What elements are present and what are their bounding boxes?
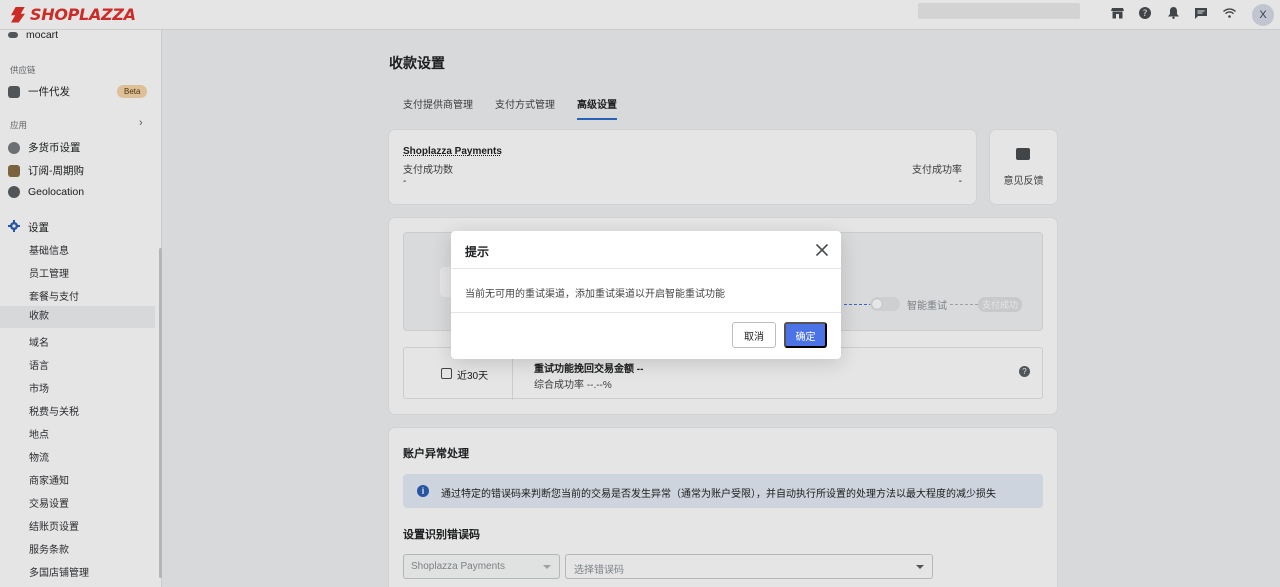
tip-dialog: 提示 当前无可用的重试渠道，添加重试渠道以开启智能重试功能 取消 确定	[451, 231, 841, 359]
dialog-footer-divider	[451, 312, 841, 313]
dialog-header: 提示	[451, 231, 841, 269]
confirm-button[interactable]: 确定	[784, 322, 827, 348]
cancel-button[interactable]: 取消	[732, 322, 776, 348]
dialog-message: 当前无可用的重试渠道，添加重试渠道以开启智能重试功能	[465, 289, 725, 300]
dialog-title: 提示	[465, 245, 490, 259]
close-icon[interactable]	[815, 243, 829, 257]
